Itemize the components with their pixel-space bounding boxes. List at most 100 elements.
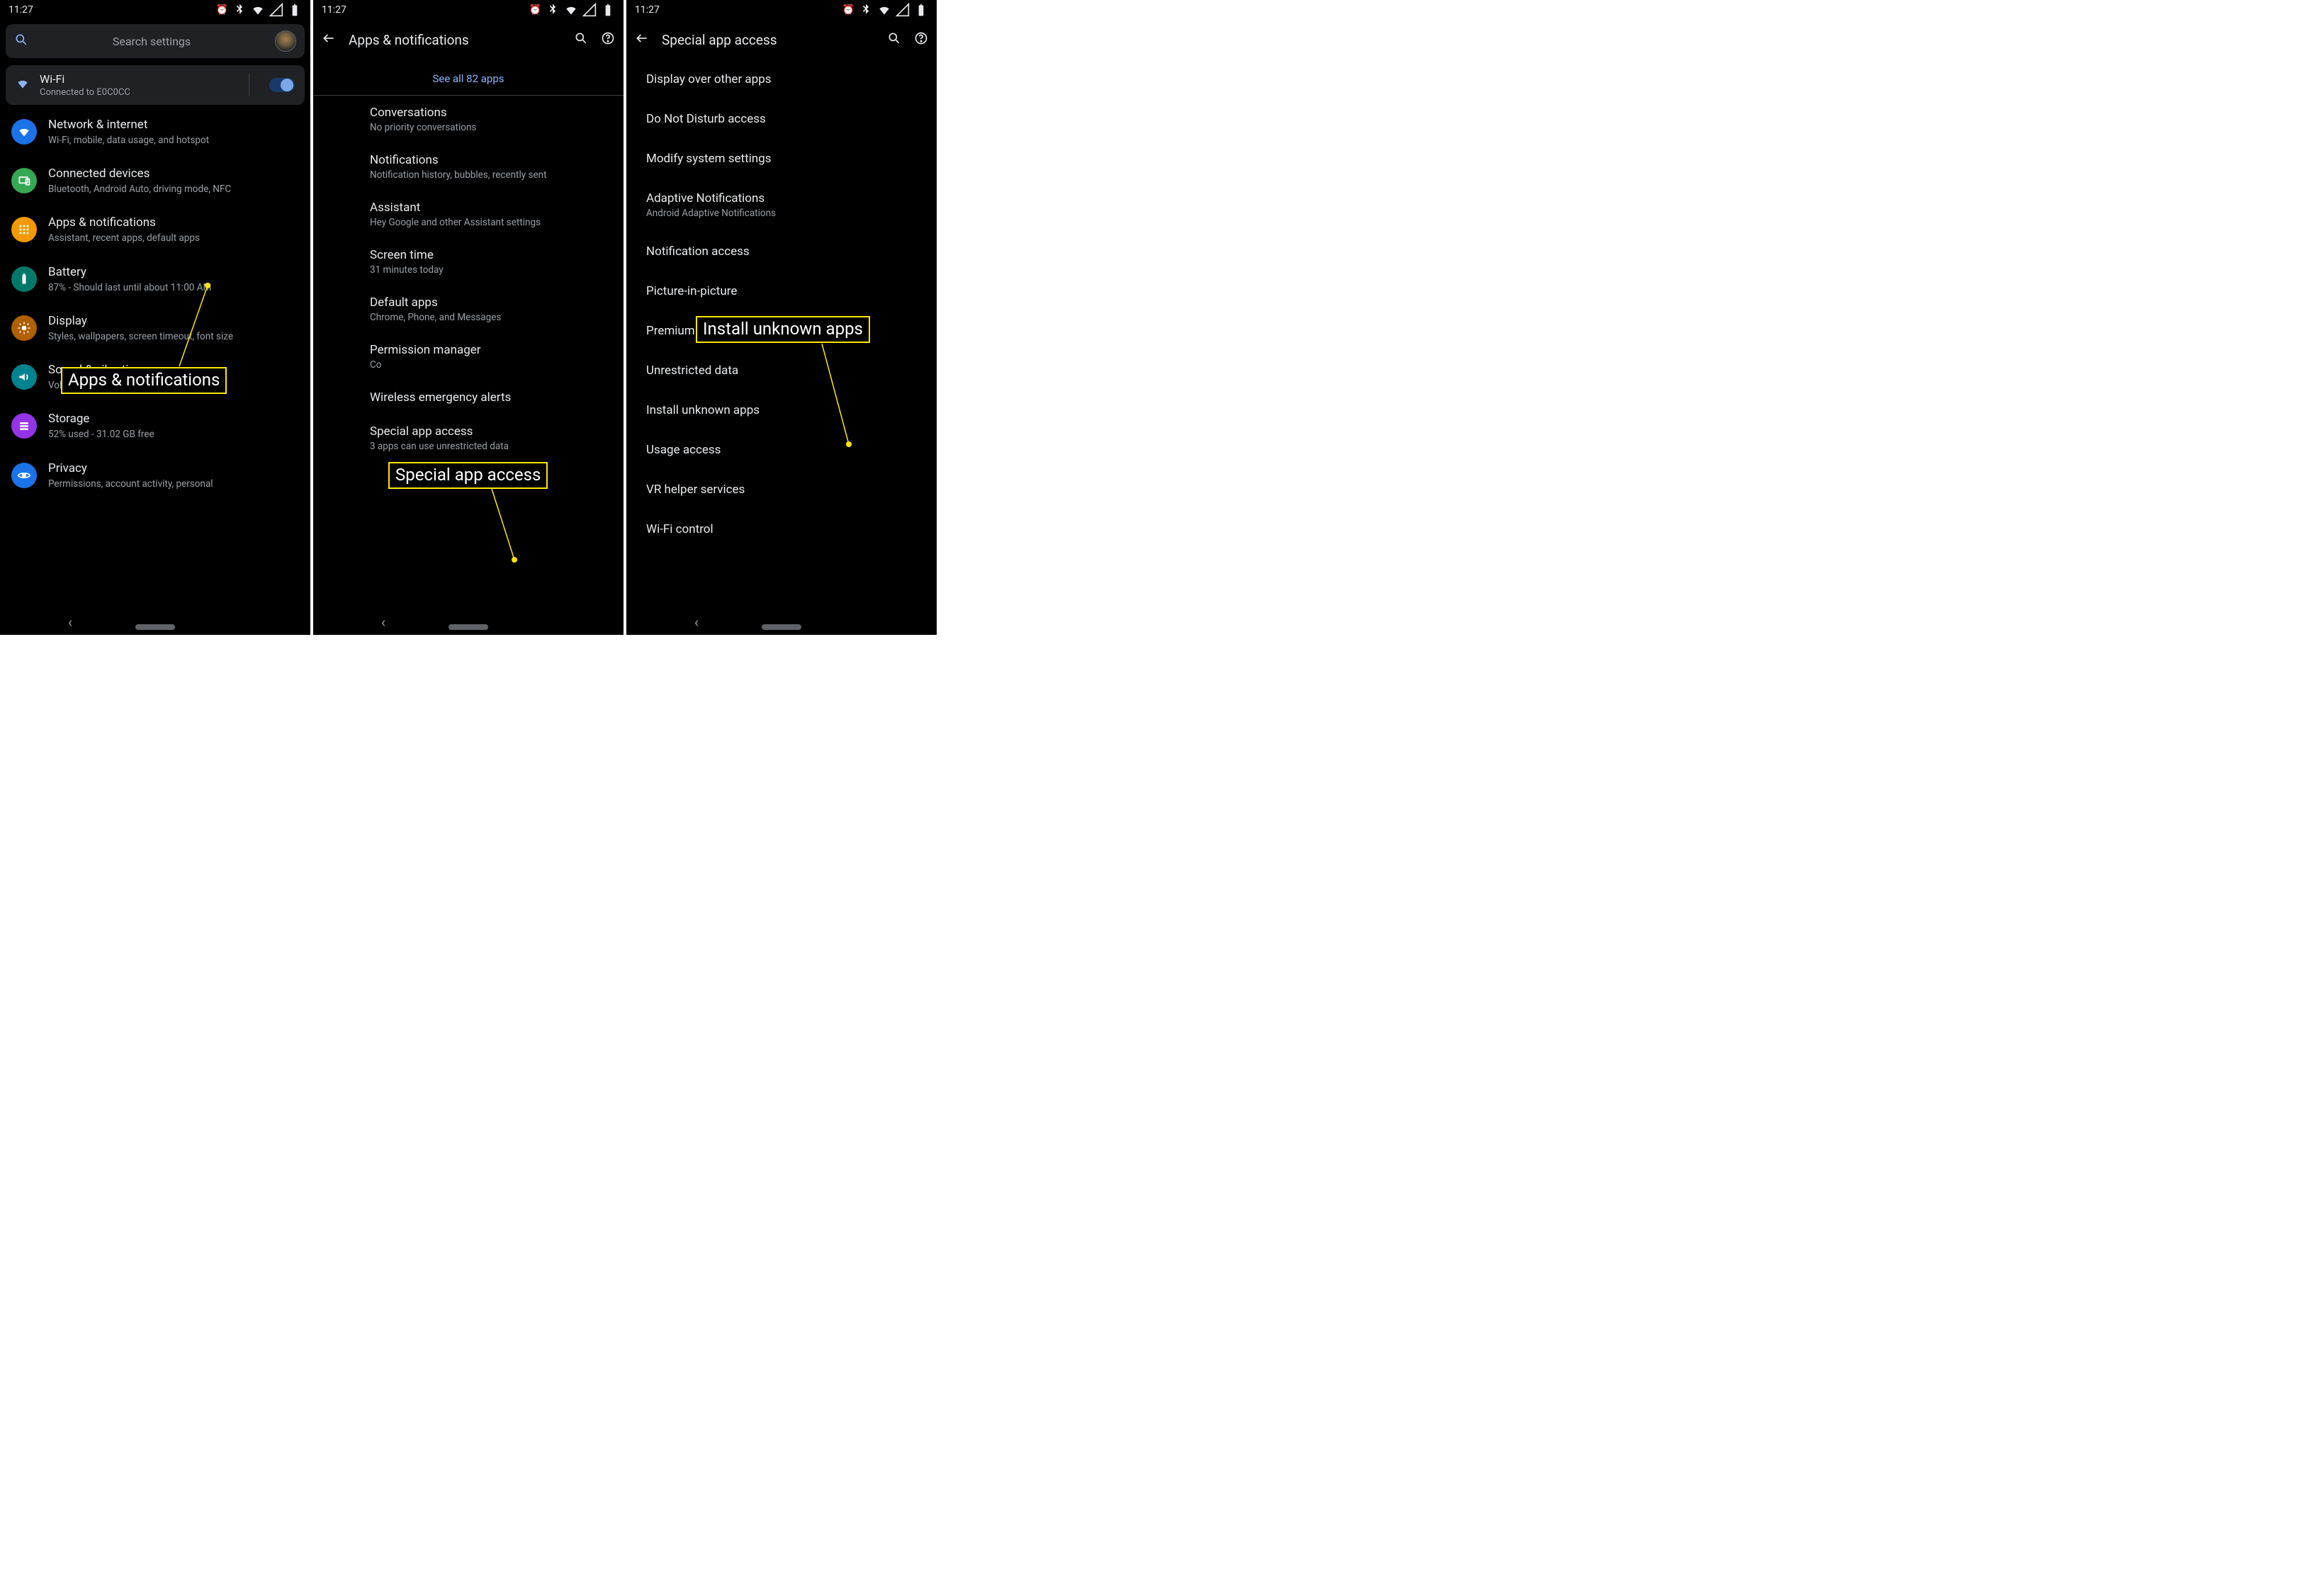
settings-row-display[interactable]: DisplayStyles, wallpapers, screen timeou… (0, 304, 310, 353)
nav-back-caret[interactable]: ‹ (381, 614, 385, 631)
settings-row-network[interactable]: Network & internet Wi-Fi, mobile, data us… (0, 108, 310, 157)
bluetooth-icon (859, 3, 873, 17)
row-subtitle: Permissions, account activity, personal (48, 478, 213, 490)
row-title: Adaptive Notifications (646, 191, 937, 205)
menu-row[interactable]: AssistantHey Google and other Assistant … (313, 191, 624, 238)
menu-row[interactable]: Conversations No priority conversations (313, 96, 624, 143)
screen-apps-notifications: 11:27 ⏰ Apps & notifications See all 82 … (313, 0, 625, 635)
row-subtitle: No priority conversations (370, 122, 624, 133)
special-access-row[interactable]: Do Not Disturb access (626, 99, 937, 139)
row-title: Assistant (370, 201, 624, 215)
row-title: Network & internet (48, 118, 209, 132)
menu-row[interactable]: Wireless emergency alerts (313, 380, 624, 415)
help-icon[interactable] (601, 31, 615, 48)
privacy-icon (11, 463, 37, 488)
row-title: Battery (48, 265, 211, 279)
menu-row[interactable]: NotificationsNotification history, bubbl… (313, 143, 624, 191)
menu-row[interactable]: Special app access 3 apps can use unrestr… (313, 415, 624, 462)
settings-row-privacy[interactable]: Privacy Permissions, account activity, pe… (0, 451, 310, 500)
special-access-row[interactable]: Modify system settings (626, 139, 937, 179)
row-title: Storage (48, 412, 154, 426)
menu-row[interactable]: Default apps Chrome, Phone, and Messages (313, 286, 624, 333)
search-icon (14, 33, 28, 50)
row-title: Special app access (370, 424, 624, 439)
status-time: 11:27 (635, 4, 660, 16)
battery-icon (11, 266, 37, 292)
settings-row-storage[interactable]: Storage52% used - 31.02 GB free (0, 402, 310, 451)
nav-back-caret[interactable]: ‹ (68, 614, 72, 631)
callout-special-app-access: Special app access (388, 462, 548, 489)
gesture-pill[interactable] (449, 624, 488, 630)
alarm-icon: ⏰ (842, 4, 854, 16)
special-access-row[interactable]: Wi-Fi control (626, 509, 937, 549)
search-settings[interactable]: Search settings (6, 24, 305, 58)
status-bar: 11:27 ⏰ (313, 0, 624, 20)
nav-back-caret[interactable]: ‹ (694, 614, 699, 631)
row-title: Permission manager (370, 343, 624, 357)
back-button[interactable] (322, 31, 336, 48)
special-access-row[interactable]: Unrestricted data (626, 351, 937, 390)
gesture-pill[interactable] (135, 624, 175, 630)
app-bar: Special app access (626, 20, 937, 60)
signal-icon (269, 3, 283, 17)
profile-avatar[interactable] (275, 30, 296, 52)
settings-row-apps[interactable]: Apps & notificationsAssistant, recent ap… (0, 205, 310, 254)
row-subtitle: Styles, wallpapers, screen timeout, font… (48, 330, 233, 343)
special-access-row[interactable]: Usage access (626, 430, 937, 470)
menu-row[interactable]: Permission managerCo (313, 333, 624, 380)
volume-icon (11, 364, 37, 390)
callout-install-unknown-apps: Install unknown apps (696, 316, 870, 343)
status-bar: 11:27 ⏰ (0, 0, 310, 20)
row-title: Modify system settings (646, 152, 937, 166)
wifi-icon (16, 77, 30, 94)
back-button[interactable] (635, 31, 649, 48)
wifi-subtitle: Connected to E0C0CC (40, 87, 130, 98)
row-subtitle: Wi-Fi, mobile, data usage, and hotspot (48, 134, 209, 147)
row-title: Display over other apps (646, 72, 937, 86)
row-title: Install unknown apps (646, 403, 937, 417)
search-placeholder: Search settings (38, 35, 265, 48)
special-access-row[interactable]: Display over other apps (626, 60, 937, 99)
signal-icon (582, 3, 597, 17)
alarm-icon: ⏰ (529, 4, 541, 16)
row-title: Default apps (370, 295, 624, 310)
menu-row[interactable]: Screen time31 minutes today (313, 238, 624, 286)
search-icon[interactable] (574, 31, 588, 48)
row-title: VR helper services (646, 483, 937, 497)
help-icon[interactable] (914, 31, 928, 48)
bluetooth-icon (546, 3, 560, 17)
special-access-row[interactable]: Notification access (626, 232, 937, 271)
status-icons: ⏰ (529, 3, 615, 17)
gesture-pill[interactable] (762, 624, 801, 630)
search-icon[interactable] (887, 31, 901, 48)
wifi-icon (251, 3, 265, 17)
row-title: Conversations (370, 106, 624, 120)
status-icons: ⏰ (216, 3, 302, 17)
row-subtitle: 87% - Should last until about 11:00 AM (48, 281, 211, 294)
battery-icon (601, 3, 615, 17)
row-title: Do Not Disturb access (646, 112, 937, 126)
row-title: Notification access (646, 244, 937, 259)
status-bar: 11:27 ⏰ (626, 0, 937, 20)
battery-icon (288, 3, 302, 17)
bluetooth-icon (232, 3, 247, 17)
wifi-quick-tile[interactable]: Wi-Fi Connected to E0C0CC (6, 65, 305, 105)
row-title: Privacy (48, 461, 213, 475)
row-subtitle: Chrome, Phone, and Messages (370, 312, 624, 323)
row-subtitle: 3 apps can use unrestricted data (370, 441, 624, 452)
settings-row-battery[interactable]: Battery 87% - Should last until about 11:… (0, 255, 310, 304)
settings-list: Network & internet Wi-Fi, mobile, data us… (0, 105, 310, 500)
special-access-row[interactable]: Picture-in-picture (626, 271, 937, 311)
see-all-apps-link[interactable]: See all 82 apps (313, 60, 624, 95)
brightness-icon (11, 315, 37, 341)
screen-settings: 11:27 ⏰ Search settings (0, 0, 312, 635)
special-access-row[interactable]: VR helper services (626, 470, 937, 509)
settings-row-devices[interactable]: Connected devicesBluetooth, Android Auto… (0, 157, 310, 205)
special-access-row[interactable]: Install unknown apps (626, 390, 937, 430)
row-title: Usage access (646, 443, 937, 457)
status-time: 11:27 (9, 4, 33, 16)
apps-icon (11, 217, 37, 242)
special-access-row[interactable]: Adaptive NotificationsAndroid Adaptive N… (626, 179, 937, 232)
wifi-toggle[interactable] (269, 78, 295, 92)
special-access-list: Display over other apps Do Not Disturb ac… (626, 60, 937, 549)
